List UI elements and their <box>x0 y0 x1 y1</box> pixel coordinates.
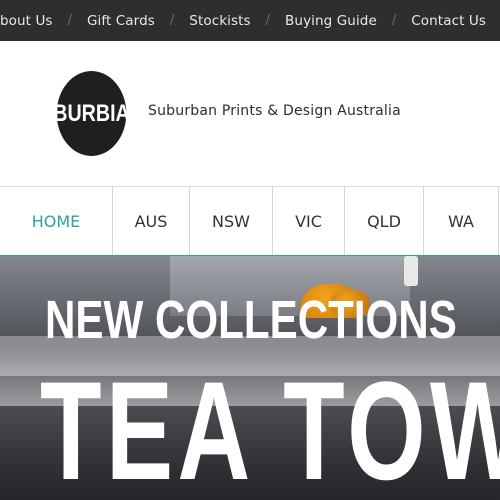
buying-guide-link[interactable]: Buying Guide <box>285 13 377 29</box>
contact-us-link[interactable]: Contact Us <box>411 13 486 29</box>
link-separator: / <box>391 13 397 28</box>
nav-item-vic[interactable]: VIC <box>273 187 345 255</box>
nav-item-home[interactable]: HOME <box>0 187 113 255</box>
hero-title: TEA TOWEL <box>40 352 500 500</box>
hero-banner[interactable]: NEW COLLECTIONS TEA TOWEL <box>0 256 500 500</box>
nav-item-wa[interactable]: WA <box>424 187 499 255</box>
link-separator: / <box>67 13 72 28</box>
site-header: BURBIA Suburban Prints & Design Australi… <box>0 41 500 187</box>
link-separator: / <box>169 13 175 28</box>
nav-item-aus[interactable]: AUS <box>113 187 190 255</box>
utility-links: About Us / Gift Cards / Stockists / Buyi… <box>0 0 486 41</box>
stockists-link[interactable]: Stockists <box>189 13 250 29</box>
burbia-logo[interactable]: BURBIA <box>53 71 130 156</box>
nav-item-qld[interactable]: QLD <box>345 187 424 255</box>
site-tagline: Suburban Prints & Design Australia <box>148 103 401 119</box>
link-separator: / <box>265 13 271 28</box>
nav-item-nsw[interactable]: NSW <box>190 187 273 255</box>
main-nav: HOME AUS NSW VIC QLD WA <box>0 186 500 257</box>
about-us-link[interactable]: About Us <box>0 13 53 29</box>
hero-headline: NEW COLLECTIONS <box>45 290 457 350</box>
gift-cards-link[interactable]: Gift Cards <box>87 13 155 29</box>
hero-background-bottle <box>404 256 418 286</box>
top-utility-bar: About Us / Gift Cards / Stockists / Buyi… <box>0 0 500 41</box>
